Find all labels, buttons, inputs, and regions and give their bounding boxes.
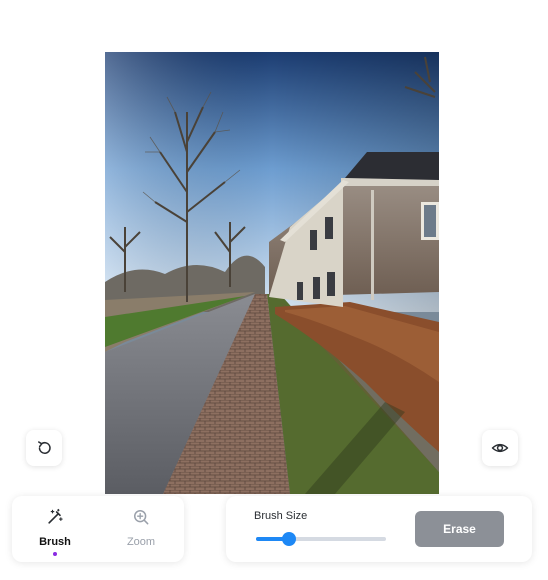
zoom-in-icon bbox=[134, 509, 149, 525]
slider-thumb[interactable] bbox=[281, 532, 296, 546]
brush-settings-panel: Brush Size Erase bbox=[226, 496, 532, 562]
active-tool-indicator bbox=[53, 552, 57, 556]
zoom-tool[interactable]: Zoom bbox=[98, 496, 184, 562]
brush-size-label: Brush Size bbox=[254, 510, 308, 522]
tools-panel: Brush Zoom bbox=[12, 496, 184, 562]
undo-icon bbox=[38, 441, 51, 454]
landscape-photo bbox=[105, 52, 439, 494]
brush-size-slider[interactable] bbox=[256, 532, 386, 546]
zoom-tool-label: Zoom bbox=[126, 536, 156, 548]
brush-tool[interactable]: Brush bbox=[12, 496, 98, 562]
photo-canvas[interactable] bbox=[105, 52, 439, 494]
brush-tool-label: Brush bbox=[39, 536, 71, 548]
eye-icon bbox=[491, 443, 509, 453]
preview-button[interactable] bbox=[482, 430, 518, 466]
erase-button[interactable]: Erase bbox=[415, 511, 504, 547]
undo-button[interactable] bbox=[26, 430, 62, 466]
magic-wand-icon bbox=[48, 508, 63, 524]
